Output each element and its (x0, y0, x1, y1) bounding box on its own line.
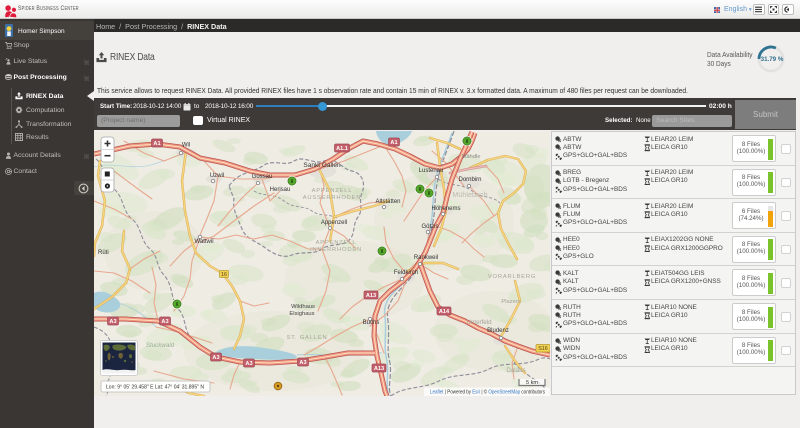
svg-text:Plazers: Plazers (501, 299, 520, 305)
svg-text:INNERRHODEN: INNERRHODEN (310, 247, 362, 253)
svg-text:Herisau: Herisau (270, 187, 291, 193)
svg-text:A13: A13 (366, 293, 376, 299)
svg-text:ST. GALLEN: ST. GALLEN (287, 335, 328, 341)
svg-text:Dalaas: Dalaas (506, 367, 525, 374)
svg-text:A13: A13 (374, 366, 384, 372)
svg-text:Leaflet | Powered by Esri | ©: Leaflet | Powered by Esri | © OpenStreet… (430, 388, 545, 395)
svg-text:Dornbirn: Dornbirn (458, 177, 481, 183)
svg-text:A3: A3 (245, 361, 252, 367)
svg-text:Bludenz: Bludenz (487, 328, 509, 334)
svg-text:Rüti: Rüti (98, 250, 109, 256)
svg-text:Mühlebach: Mühlebach (452, 190, 487, 199)
svg-text:Feldkirch: Feldkirch (394, 270, 418, 276)
svg-text:Appenzell: Appenzell (321, 220, 347, 226)
svg-text:APPENZELL: APPENZELL (312, 188, 353, 194)
svg-text:A3: A3 (109, 319, 116, 325)
svg-text:Götzis: Götzis (421, 224, 438, 230)
svg-text:Buchs: Buchs (363, 320, 380, 326)
svg-text:Gossau: Gossau (252, 174, 273, 180)
svg-text:A1: A1 (153, 141, 160, 147)
svg-text:S16: S16 (538, 346, 548, 352)
svg-text:Uzwil: Uzwil (210, 173, 224, 179)
svg-text:Altstätten: Altstätten (375, 199, 400, 205)
svg-text:Sankt Gallen: Sankt Gallen (303, 162, 341, 169)
svg-text:Höhenems: Höhenems (431, 206, 460, 212)
svg-text:A3: A3 (212, 355, 219, 361)
svg-text:Lustenau: Lustenau (419, 168, 444, 174)
svg-text:A1: A1 (390, 140, 397, 146)
svg-text:5 km: 5 km (526, 380, 538, 386)
svg-text:Wildhaus: Wildhaus (291, 304, 315, 310)
svg-text:A14: A14 (439, 309, 450, 315)
svg-text:16: 16 (221, 272, 227, 278)
svg-text:VORARLBERG: VORARLBERG (488, 274, 536, 280)
svg-text:Elsighaus: Elsighaus (289, 311, 314, 317)
svg-text:A3: A3 (161, 319, 168, 325)
svg-text:Rankweil: Rankweil (414, 255, 438, 261)
svg-text:Wil: Wil (182, 142, 190, 148)
svg-text:Lon: 9° 05' 29.458" E Lat: 47°: Lon: 9° 05' 29.458" E Lat: 47° 04' 31.89… (106, 384, 204, 390)
svg-text:A1.1: A1.1 (336, 146, 348, 152)
svg-text:Stuckwald: Stuckwald (146, 342, 175, 349)
svg-text:Unterfeld: Unterfeld (466, 319, 492, 326)
svg-text:Mähdle: Mähdle (461, 154, 480, 160)
svg-text:A3: A3 (299, 360, 306, 366)
svg-text:AUSSERRHODEN: AUSSERRHODEN (303, 195, 362, 201)
svg-text:Wattwil: Wattwil (194, 239, 213, 245)
svg-text:APPENZELL: APPENZELL (316, 240, 357, 246)
